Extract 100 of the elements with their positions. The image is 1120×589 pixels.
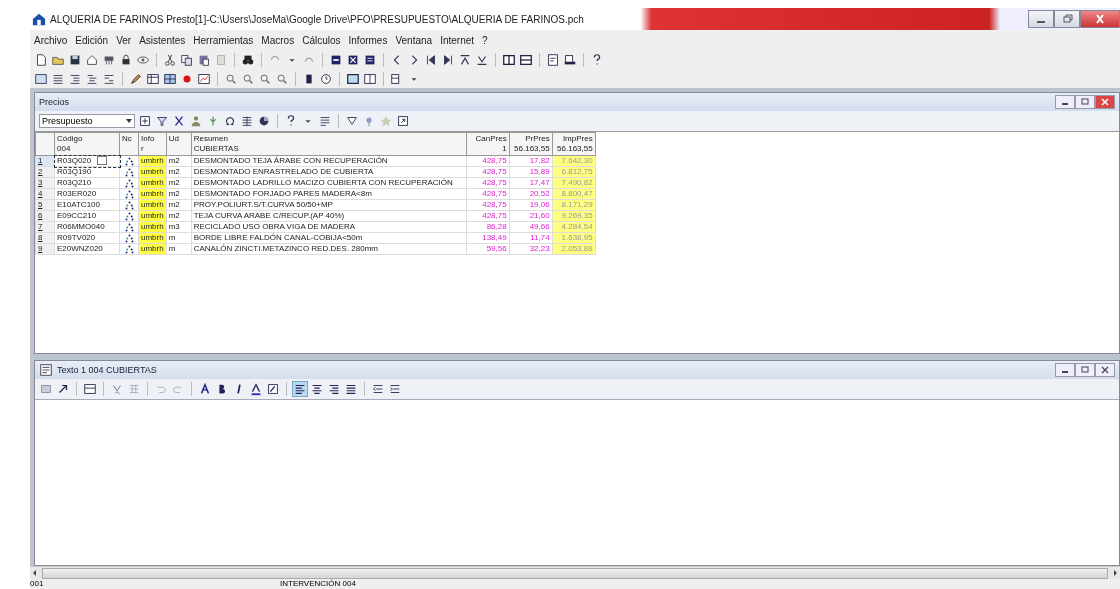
window-title: Texto 1 004 CUBIERTAS bbox=[57, 365, 157, 375]
omega-icon[interactable] bbox=[223, 114, 237, 128]
table-row[interactable]: 7 R06MMO040 umbrh m3 RECICLADO USO OBRA VIGA DE MADERA 86,28 49,66 4.284,54 bbox=[35, 221, 596, 233]
table-cell: 4.284,54 bbox=[552, 221, 596, 233]
table-cell: m2 bbox=[166, 210, 192, 222]
align-center-icon[interactable] bbox=[310, 382, 324, 396]
filter-icon[interactable] bbox=[155, 114, 169, 128]
page-icon[interactable] bbox=[546, 52, 560, 67]
row-number: 6 bbox=[35, 210, 55, 222]
menu-item[interactable]: ? bbox=[482, 34, 488, 46]
menu-item[interactable]: Informes bbox=[348, 34, 388, 46]
highlight-icon[interactable] bbox=[266, 382, 280, 396]
column-header[interactable]: Ud bbox=[166, 132, 192, 156]
split-vertical-icon[interactable] bbox=[502, 52, 516, 67]
table-row[interactable]: 3 R03Q210 umbrh m2 DESMONTADO LADRILLO MACIZO CUBIERTA CON RECUPERACIÓN 428,75 17,47 7.490,82 bbox=[35, 177, 596, 189]
menu-item[interactable]: Herramientas bbox=[193, 34, 254, 46]
window-icon[interactable] bbox=[83, 382, 97, 396]
table-cell: m bbox=[166, 232, 192, 244]
house-icon[interactable] bbox=[85, 52, 99, 67]
column-header[interactable]: PrPres 56.163,55 bbox=[509, 132, 553, 156]
magnifier-icon[interactable] bbox=[241, 71, 255, 86]
minimize-button[interactable] bbox=[1055, 363, 1075, 377]
column-header[interactable]: CanPres 1 bbox=[466, 132, 510, 156]
table-cell: 428,75 bbox=[466, 166, 510, 178]
close-button[interactable] bbox=[1095, 363, 1115, 377]
table-row[interactable]: 5 E10ATC100 umbrh m2 PROY.POLIURT.S/T.CURVA 50/50+MP 428,75 19,06 8.171,29 bbox=[35, 199, 596, 211]
menu-item[interactable]: Ventana bbox=[395, 34, 433, 46]
menu-item[interactable]: Asistentes bbox=[139, 34, 186, 46]
table-row[interactable]: 4 R03ER020 umbrh m2 DESMONTADO FORJADO PARES MADERA<8m 428,75 20,52 8.800,47 bbox=[35, 188, 596, 200]
align-left-icon[interactable] bbox=[293, 382, 307, 396]
cut-icon[interactable] bbox=[163, 52, 177, 67]
row-number: 4 bbox=[35, 188, 55, 200]
text-lines-icon[interactable] bbox=[318, 114, 332, 128]
table-row[interactable]: 6 E09CC210 umbrh m2 TEJA CURVA ARABE C/RECUP.(AP 40%) 428,75 21,60 9.269,35 bbox=[35, 210, 596, 222]
minimize-icon bbox=[1062, 103, 1068, 105]
collapse-icon[interactable] bbox=[458, 52, 472, 67]
columns-icon[interactable] bbox=[240, 114, 254, 128]
align-right-icon[interactable] bbox=[327, 382, 341, 396]
first-icon[interactable] bbox=[424, 52, 438, 67]
font-icon[interactable] bbox=[198, 382, 212, 396]
outdent-icon[interactable] bbox=[371, 382, 385, 396]
maximize-icon bbox=[1079, 97, 1091, 107]
dots-icon bbox=[124, 167, 134, 177]
table-cell: umbrh bbox=[138, 199, 167, 211]
status-text: 001 bbox=[30, 580, 45, 588]
table-row[interactable]: 8 R09TV020 umbrh m BORDE LIBRE FALDÓN CANAL-COBIJA<50m 138,49 11,74 1.638,95 bbox=[35, 232, 596, 244]
table-row[interactable]: 9 E20WNZ020 umbrh m CANALÓN ZINCTI.METAZINCO RED.DES. 280mm 59,56 32,23 2.053,88 bbox=[35, 243, 596, 255]
pencil-icon[interactable] bbox=[129, 71, 143, 86]
minimize-button[interactable] bbox=[1055, 95, 1075, 109]
menu-item[interactable]: Archivo bbox=[34, 34, 68, 46]
minimize-button[interactable] bbox=[1028, 10, 1054, 28]
view-dropdown[interactable]: Presupuesto bbox=[39, 114, 135, 128]
triangle-icon[interactable] bbox=[345, 114, 359, 128]
indent-icon[interactable] bbox=[388, 382, 402, 396]
table-cell: umbrh bbox=[138, 155, 167, 167]
menu-item[interactable]: Edición bbox=[75, 34, 109, 46]
house-icon bbox=[32, 12, 46, 26]
printer-icon[interactable] bbox=[563, 52, 577, 67]
menu-item[interactable]: Cálculos bbox=[302, 34, 341, 46]
menu-item[interactable]: Macros bbox=[261, 34, 295, 46]
table-row[interactable]: 2 R03Q190 umbrh m2 DESMONTADO ENRASTRELADO DE CUBIERTA 428,75 15,89 6.812,75 bbox=[35, 166, 596, 178]
pie-icon[interactable] bbox=[257, 114, 271, 128]
row-number: 3 bbox=[35, 177, 55, 189]
column-header[interactable]: Código 004 bbox=[54, 132, 120, 156]
star-icon[interactable] bbox=[379, 114, 393, 128]
table-cell: TEJA CURVA ARABE C/RECUP.(AP 40%) bbox=[191, 210, 467, 222]
column-header[interactable]: ImpPres 56.163,55 bbox=[552, 132, 596, 156]
underline-icon[interactable] bbox=[249, 382, 263, 396]
table-row[interactable]: 1 R03Q020 umbrh m2 DESMONTADO TEJA ÁRABE CON RECUPERACIÓN 428,75 17,82 7.642,30 bbox=[35, 155, 596, 167]
column-header[interactable]: Resumen CUBIERTAS bbox=[191, 132, 467, 156]
magnifier-icon[interactable] bbox=[275, 71, 289, 86]
magnifier-icon[interactable] bbox=[258, 71, 272, 86]
close-button[interactable] bbox=[1095, 95, 1115, 109]
new-document-icon[interactable] bbox=[34, 52, 48, 67]
close-button[interactable] bbox=[1080, 10, 1120, 28]
dropdown-button[interactable] bbox=[97, 156, 108, 166]
menu-item[interactable]: Internet bbox=[440, 34, 475, 46]
window-icon[interactable] bbox=[346, 71, 360, 86]
panel-icon[interactable] bbox=[363, 71, 377, 86]
table-cell: DESMONTADO ENRASTRELADO DE CUBIERTA bbox=[191, 166, 467, 178]
magnifier-icon[interactable] bbox=[224, 71, 238, 86]
copy-icon[interactable] bbox=[180, 52, 194, 67]
clock-icon[interactable] bbox=[319, 71, 333, 86]
table-cell: R09TV020 bbox=[54, 232, 120, 244]
last-icon[interactable] bbox=[441, 52, 455, 67]
split-horizontal-icon[interactable] bbox=[519, 52, 533, 67]
table-cell: m2 bbox=[166, 177, 192, 189]
maximize-button[interactable] bbox=[1054, 10, 1080, 28]
clipboard-icon[interactable] bbox=[214, 52, 228, 67]
table-cell: m3 bbox=[166, 221, 192, 233]
grid-icon[interactable] bbox=[163, 71, 177, 86]
chart-icon[interactable] bbox=[197, 71, 211, 86]
table-cell: 428,75 bbox=[466, 155, 510, 167]
table-icon[interactable] bbox=[146, 71, 160, 86]
table-cell: 428,75 bbox=[466, 210, 510, 222]
table-cell: umbrh bbox=[138, 243, 167, 255]
justify-icon[interactable] bbox=[344, 382, 358, 396]
menu-item[interactable]: Ver bbox=[116, 34, 132, 46]
help-list-icon[interactable] bbox=[34, 71, 48, 86]
export-icon[interactable] bbox=[396, 114, 410, 128]
